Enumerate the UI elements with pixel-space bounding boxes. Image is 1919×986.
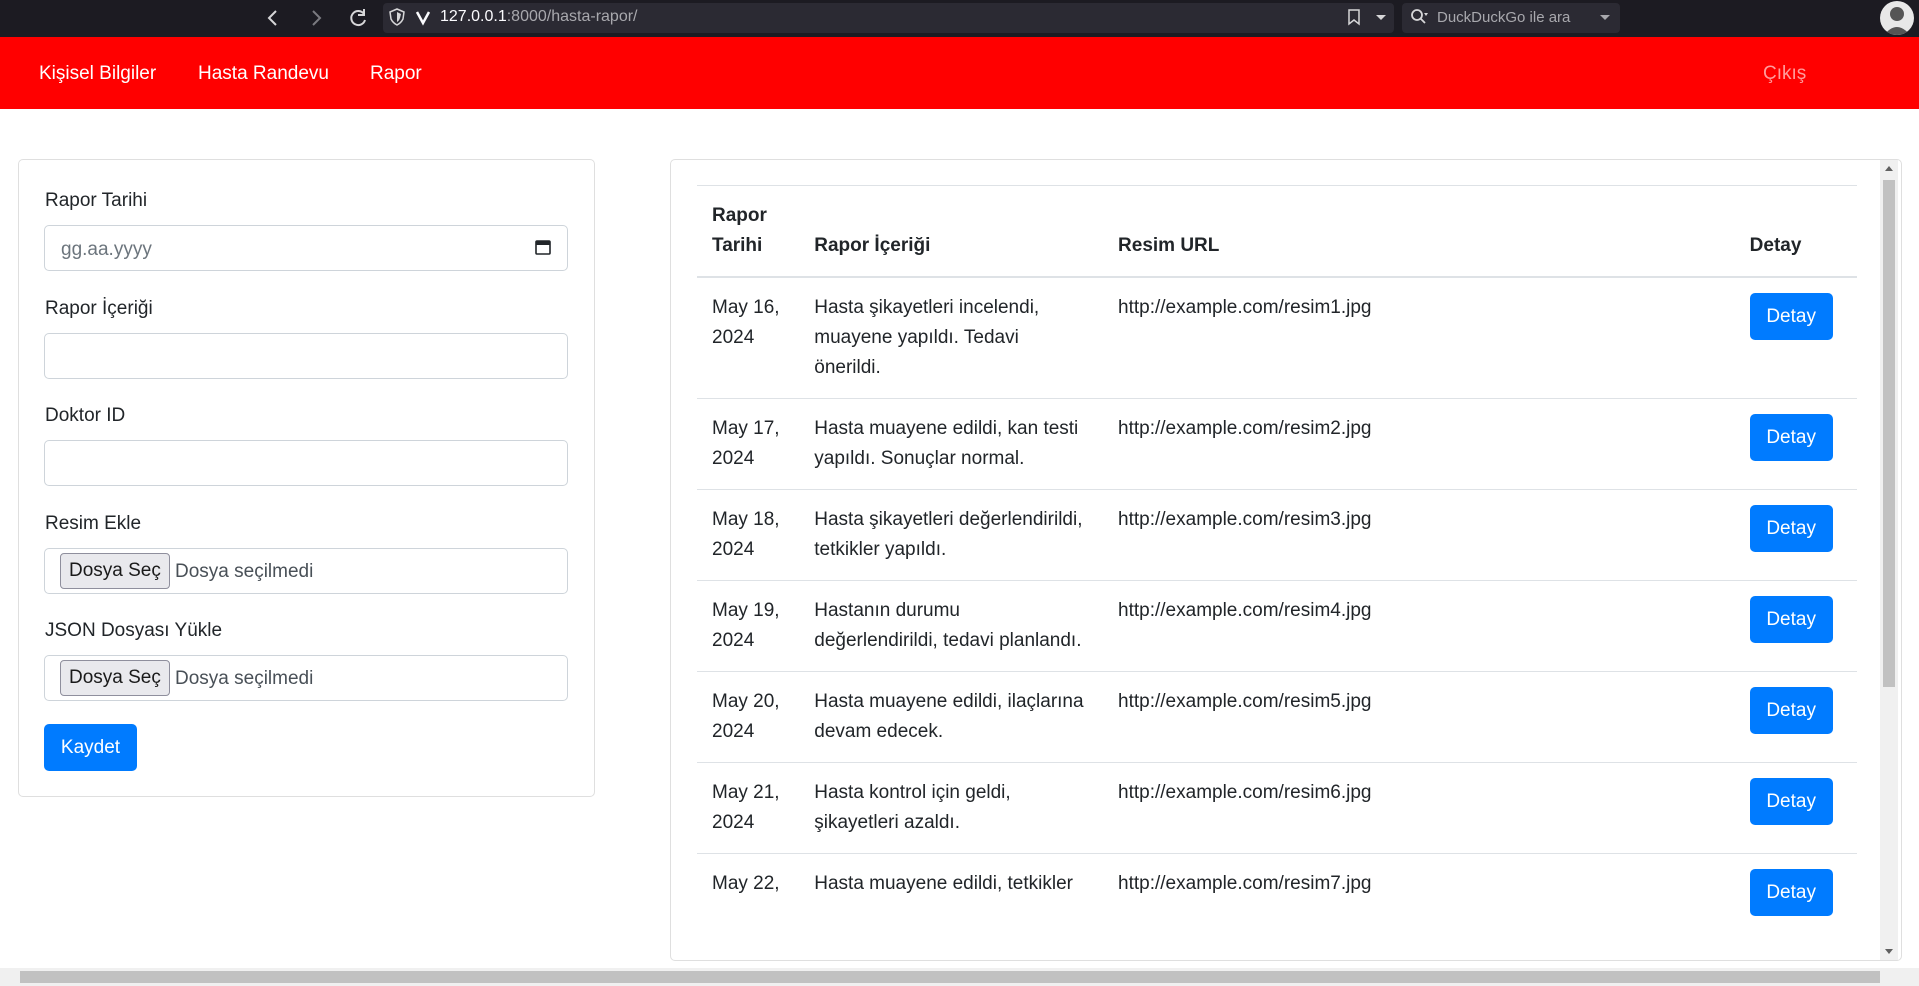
- row-content: Hastanın durumu değerlendirildi, tedavi …: [799, 580, 1104, 672]
- save-button[interactable]: Kaydet: [44, 724, 137, 771]
- table-row: May 20, 2024 Hasta muayene edildi, ilaçl…: [697, 671, 1857, 763]
- json-file-status: Dosya seçilmedi: [175, 668, 314, 689]
- search-engine-dropdown-icon[interactable]: [1597, 9, 1613, 25]
- date-input[interactable]: gg.aa.yyyy: [44, 225, 568, 271]
- row-date: May 21, 2024: [697, 762, 800, 854]
- date-placeholder: gg.aa.yyyy: [61, 239, 152, 260]
- doctor-id-label: Doktor ID: [45, 405, 126, 426]
- logout-link[interactable]: Çıkış: [1763, 63, 1806, 85]
- table-row: May 18, 2024 Hasta şikayetleri değerlend…: [697, 489, 1857, 581]
- row-date: May 22,: [697, 853, 800, 931]
- image-label: Resim Ekle: [45, 513, 142, 534]
- doctor-id-input[interactable]: [44, 440, 568, 486]
- row-date: May 16, 2024: [697, 276, 800, 399]
- shield-icon[interactable]: [388, 8, 406, 26]
- detail-button[interactable]: Detay: [1749, 869, 1833, 916]
- bookmark-icon[interactable]: [1345, 8, 1363, 26]
- top-navbar: Kişisel Bilgiler Hasta Randevu Rapor Çık…: [0, 37, 1919, 109]
- row-content: Hasta kontrol için geldi, şikayetleri az…: [799, 762, 1104, 854]
- forward-icon[interactable]: [302, 4, 330, 32]
- json-file-input[interactable]: Dosya Seç Dosya seçilmedi: [44, 655, 568, 701]
- report-form: Rapor Tarihi gg.aa.yyyy Rapor İçeriği Do…: [18, 159, 595, 797]
- row-date: May 18, 2024: [697, 489, 800, 581]
- table-row: May 22, Hasta muayene edildi, tetkikler …: [697, 853, 1857, 931]
- header-detail: Detay: [1734, 185, 1857, 278]
- json-choose-file-button[interactable]: Dosya Seç: [60, 660, 170, 696]
- browser-toolbar: 127.0.0.1:8000/hasta-rapor/ DuckDuckGo i…: [0, 0, 1919, 37]
- chevron-down-icon[interactable]: [1372, 8, 1390, 26]
- row-url: http://example.com/resim4.jpg: [1103, 580, 1735, 672]
- scroll-down-arrow-icon[interactable]: [1883, 944, 1895, 956]
- detail-button[interactable]: Detay: [1749, 414, 1833, 461]
- row-date: May 17, 2024: [697, 398, 800, 490]
- calendar-icon[interactable]: [535, 239, 551, 255]
- image-choose-file-button[interactable]: Dosya Seç: [60, 553, 170, 589]
- row-date: May 20, 2024: [697, 671, 800, 763]
- url-text[interactable]: 127.0.0.1:8000/hasta-rapor/: [440, 8, 637, 26]
- back-icon[interactable]: [259, 4, 287, 32]
- reload-icon[interactable]: [344, 4, 372, 32]
- search-placeholder: DuckDuckGo ile ara: [1437, 9, 1571, 26]
- scroll-up-arrow-icon[interactable]: [1883, 162, 1895, 174]
- row-url: http://example.com/resim6.jpg: [1103, 762, 1735, 854]
- detail-button[interactable]: Detay: [1749, 596, 1833, 643]
- json-label: JSON Dosyası Yükle: [45, 620, 223, 641]
- avatar[interactable]: [1880, 1, 1914, 35]
- row-date: May 19, 2024: [697, 580, 800, 672]
- header-date: Rapor Tarihi: [697, 185, 800, 278]
- date-label: Rapor Tarihi: [45, 190, 148, 211]
- row-content: Hasta şikayetleri değerlendirildi, tetki…: [799, 489, 1104, 581]
- image-file-input[interactable]: Dosya Seç Dosya seçilmedi: [44, 548, 568, 594]
- detail-button[interactable]: Detay: [1749, 293, 1833, 340]
- row-url: http://example.com/resim2.jpg: [1103, 398, 1735, 490]
- nav-item-rapor[interactable]: Rapor: [370, 63, 422, 85]
- detail-button[interactable]: Detay: [1749, 687, 1833, 734]
- detail-button[interactable]: Detay: [1749, 778, 1833, 825]
- row-url: http://example.com/resim7.jpg: [1103, 853, 1735, 931]
- table-row: May 19, 2024 Hastanın durumu değerlendir…: [697, 580, 1857, 672]
- detail-button[interactable]: Detay: [1749, 505, 1833, 552]
- search-icon: [1410, 8, 1430, 26]
- content-input[interactable]: [44, 333, 568, 379]
- horizontal-scrollbar-thumb[interactable]: [20, 971, 1880, 983]
- row-content: Hasta muayene edildi, tetkikler: [799, 853, 1104, 931]
- row-url: http://example.com/resim1.jpg: [1103, 276, 1735, 399]
- image-file-status: Dosya seçilmedi: [175, 561, 314, 582]
- row-content: Hasta muayene edildi, kan testi yapıldı.…: [799, 398, 1104, 490]
- header-content: Rapor İçeriği: [799, 185, 1104, 278]
- nav-item-hasta-randevu[interactable]: Hasta Randevu: [198, 63, 329, 85]
- header-url: Resim URL: [1103, 185, 1735, 278]
- row-content: Hasta muayene edildi, ilaçlarına devam e…: [799, 671, 1104, 763]
- content-label: Rapor İçeriği: [45, 298, 153, 319]
- table-row: May 16, 2024 Hasta şikayetleri incelendi…: [697, 276, 1857, 399]
- vivaldi-logo-icon: [414, 8, 432, 26]
- reports-table: Rapor Tarihi Rapor İçeriği Resim URL Det…: [697, 185, 1857, 931]
- row-url: http://example.com/resim5.jpg: [1103, 671, 1735, 763]
- vertical-scrollbar-thumb[interactable]: [1883, 180, 1895, 687]
- row-url: http://example.com/resim3.jpg: [1103, 489, 1735, 581]
- table-row: May 21, 2024 Hasta kontrol için geldi, ş…: [697, 762, 1857, 854]
- table-header-row: Rapor Tarihi Rapor İçeriği Resim URL Det…: [697, 185, 1857, 278]
- row-content: Hasta şikayetleri incelendi, muayene yap…: [799, 276, 1104, 399]
- reports-table-card: Rapor Tarihi Rapor İçeriği Resim URL Det…: [670, 159, 1902, 961]
- table-row: May 17, 2024 Hasta muayene edildi, kan t…: [697, 398, 1857, 490]
- nav-item-kisisel-bilgiler[interactable]: Kişisel Bilgiler: [39, 63, 156, 85]
